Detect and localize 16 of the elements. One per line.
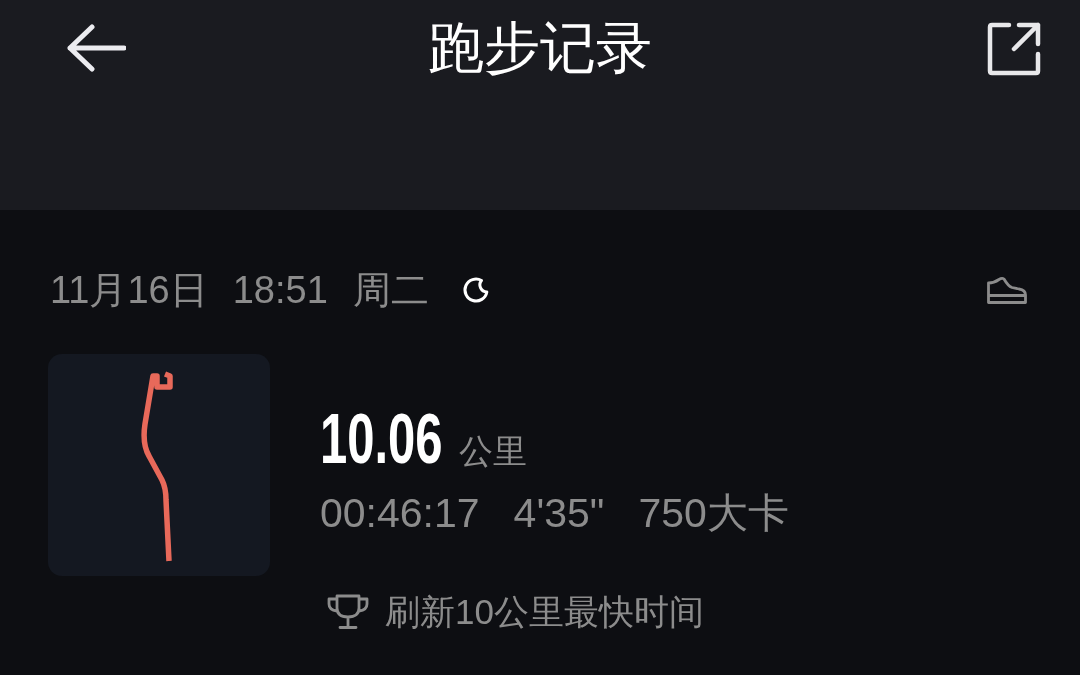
route-map[interactable] bbox=[48, 354, 270, 576]
back-arrow-icon[interactable] bbox=[66, 24, 126, 72]
shoe-icon bbox=[986, 275, 1028, 305]
time-text: 18:51 bbox=[232, 268, 328, 312]
moon-icon bbox=[461, 276, 490, 304]
pace-text: 4'35" bbox=[513, 489, 605, 537]
duration-text: 00:46:17 bbox=[320, 489, 480, 537]
distance-unit: 公里 bbox=[459, 431, 528, 472]
trophy-icon bbox=[326, 594, 370, 630]
weekday-text: 周二 bbox=[352, 268, 429, 312]
date-text: 11月16日 bbox=[50, 268, 208, 312]
achievement-text: 刷新10公里最快时间 bbox=[385, 591, 704, 633]
share-icon[interactable] bbox=[987, 22, 1041, 76]
calories-text: 750大卡 bbox=[638, 489, 789, 537]
distance-value: 10.06 bbox=[320, 404, 443, 474]
page-title: 跑步记录 bbox=[428, 18, 652, 78]
